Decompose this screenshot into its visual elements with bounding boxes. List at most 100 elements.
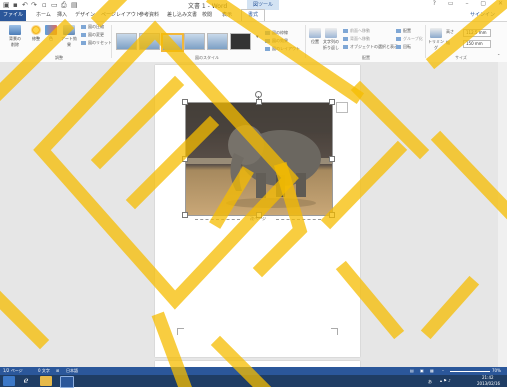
zoom-slider[interactable] — [450, 371, 490, 372]
signin-link[interactable]: サインイン — [470, 11, 495, 18]
picture-style-3[interactable] — [161, 33, 184, 52]
tab-references[interactable]: 参考資料 — [139, 10, 159, 21]
rotate-icon — [396, 45, 401, 49]
help-icon[interactable]: ? — [433, 0, 436, 7]
page-count[interactable]: 1/2 ページ — [3, 367, 23, 375]
tab-view[interactable]: 表示 — [222, 10, 232, 21]
margin-corner — [331, 328, 338, 335]
margin-corner — [177, 328, 184, 335]
artistic-effects-icon — [63, 25, 75, 35]
color-button[interactable]: 色 — [45, 25, 57, 42]
zoom-out-icon[interactable]: – — [442, 367, 444, 375]
resize-handle[interactable] — [182, 99, 188, 105]
document-canvas[interactable]: 改ページ — [0, 62, 507, 371]
picture-layout-button[interactable]: 図のレイアウト — [265, 46, 300, 52]
layout-icon — [265, 47, 270, 51]
crop-button[interactable]: トリミング — [428, 28, 444, 51]
clock-date[interactable]: 2013/02/16 — [477, 381, 500, 386]
bring-forward-button[interactable]: 前面へ移動 — [343, 28, 370, 34]
border-icon — [265, 31, 270, 35]
web-layout-icon[interactable]: ▦ — [430, 367, 434, 375]
reset-picture-button[interactable]: 図のリセット — [81, 40, 112, 46]
page-break-marker: 改ページ — [185, 215, 331, 223]
tab-review[interactable]: 校閲 — [202, 10, 212, 21]
language-status[interactable]: 日本語 — [66, 367, 78, 375]
undo-icon[interactable]: ↶ — [22, 1, 28, 9]
ime-indicator[interactable]: あ — [428, 379, 432, 385]
change-picture-icon — [81, 33, 86, 37]
tray-icons[interactable]: ▴ ⚑ ♪ — [440, 378, 451, 383]
document-title: 文書 1 - Word — [188, 3, 228, 10]
group-label-arrange: 配置 — [362, 55, 370, 60]
group-separator — [111, 25, 112, 58]
maximize-icon[interactable]: ▢ — [480, 0, 486, 7]
tab-mailings[interactable]: 差し込み文書 — [167, 10, 197, 21]
resize-handle[interactable] — [182, 156, 188, 162]
effects-icon — [265, 39, 270, 43]
picture-style-2[interactable] — [139, 33, 160, 50]
layout-options-icon[interactable] — [336, 102, 348, 113]
group-icon — [396, 37, 401, 41]
picture-style-4[interactable] — [184, 33, 205, 50]
artistic-effects-button[interactable]: アート効果 — [60, 25, 78, 48]
tab-file[interactable]: ファイル — [0, 10, 26, 21]
picture-style-1[interactable] — [116, 33, 137, 50]
sun-icon — [30, 25, 42, 35]
resize-handle[interactable] — [329, 99, 335, 105]
resize-handle[interactable] — [256, 99, 262, 105]
clock-time[interactable]: 21:42 — [482, 375, 494, 380]
vertical-scrollbar[interactable] — [498, 62, 507, 367]
group-label-picture-styles: 図のスタイル — [195, 55, 219, 60]
proofing-icon[interactable]: ⊞ — [56, 367, 59, 375]
tab-design[interactable]: デザイン — [75, 10, 95, 21]
ribbon-display-icon[interactable]: ▭ — [448, 0, 454, 7]
compress-icon — [81, 25, 86, 29]
picture-style-5[interactable] — [207, 33, 228, 50]
zoom-level[interactable]: 70% — [492, 367, 501, 375]
align-button[interactable]: 配置 — [396, 28, 411, 34]
picture-style-6[interactable] — [230, 33, 251, 50]
resize-handle[interactable] — [329, 156, 335, 162]
tab-home[interactable]: ホーム — [36, 10, 51, 21]
wrap-text-button[interactable]: 文字列の折り返し — [322, 28, 340, 51]
send-backward-button[interactable]: 背面へ移動 — [343, 36, 370, 42]
picture-border-button[interactable]: 図の枠線 — [265, 30, 288, 36]
document-page[interactable]: 改ページ — [155, 65, 360, 357]
group-button[interactable]: グループ化 — [396, 36, 423, 42]
selection-pane-button[interactable]: オブジェクトの選択と表示 — [343, 44, 398, 50]
selection-pane-icon — [343, 45, 348, 49]
rotate-button[interactable]: 回転 — [396, 44, 411, 50]
open-icon[interactable]: ▭ — [51, 1, 58, 9]
redo-icon[interactable]: ↷ — [31, 1, 37, 9]
reset-picture-icon — [81, 41, 86, 45]
new-doc-icon[interactable]: ▫ — [42, 1, 47, 9]
remove-background-button[interactable]: 背景の削除 — [8, 25, 22, 48]
width-input[interactable]: 150 mm — [463, 40, 491, 48]
corrections-button[interactable]: 修整 — [29, 25, 43, 42]
gallery-more-icon[interactable]: ▾ — [256, 34, 259, 40]
collapse-ribbon-icon[interactable]: ⌃ — [497, 53, 500, 59]
picture-effects-button[interactable]: 図の効果 — [265, 38, 288, 44]
word-count[interactable]: 0 文字 — [38, 367, 50, 375]
print-layout-icon[interactable]: ▣ — [420, 367, 424, 375]
preview-icon[interactable]: ▤ — [71, 1, 78, 9]
internet-explorer-icon[interactable]: ℯ — [20, 376, 32, 386]
tab-insert[interactable]: 挿入 — [57, 10, 67, 21]
wrap-text-icon — [325, 28, 337, 38]
elephant-picture[interactable] — [185, 102, 333, 216]
start-button[interactable] — [3, 376, 15, 386]
tab-page-layout[interactable]: ページレイアウト — [101, 10, 141, 21]
position-button[interactable]: 位置 — [309, 28, 321, 45]
height-input[interactable]: 112.5 mm — [463, 29, 491, 37]
file-explorer-icon[interactable] — [40, 376, 52, 386]
print-icon[interactable]: ⎙ — [61, 1, 67, 9]
word-taskbar-icon[interactable] — [60, 376, 74, 388]
minimize-icon[interactable]: – — [465, 0, 468, 7]
close-icon[interactable]: ✕ — [498, 0, 503, 7]
read-mode-icon[interactable]: ▤ — [410, 367, 414, 375]
save-icon[interactable]: ▪ — [13, 1, 18, 9]
elephant-image — [186, 103, 332, 215]
bring-forward-icon — [343, 29, 348, 33]
compress-pictures-button[interactable]: 図の圧縮 — [81, 24, 104, 30]
change-picture-button[interactable]: 図の変更 — [81, 32, 104, 38]
